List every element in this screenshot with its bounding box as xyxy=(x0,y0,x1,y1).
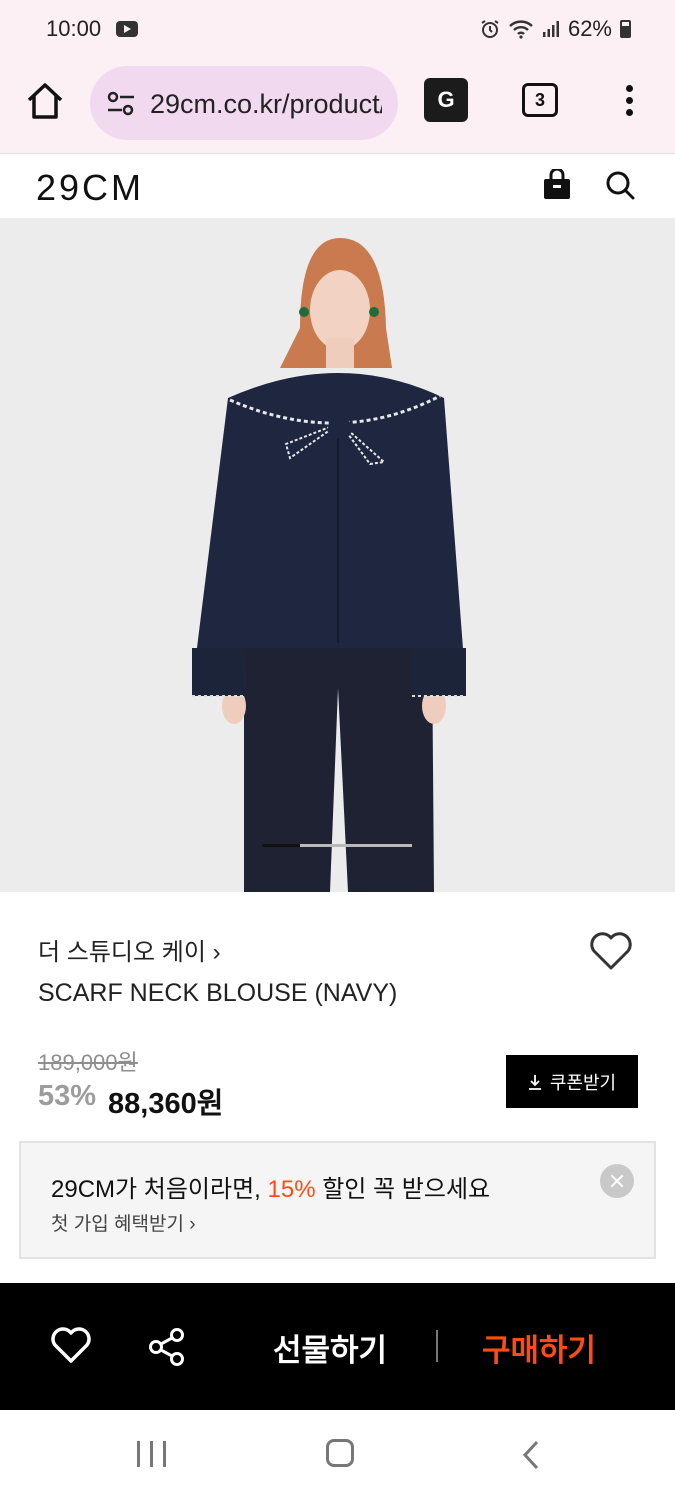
search-icon[interactable] xyxy=(604,169,636,201)
status-bar: 10:00 62% xyxy=(0,0,675,58)
purchase-action-bar: 선물하기 구매하기 xyxy=(0,1283,675,1410)
promo-headline: 29CM가 처음이라면, 15% 할인 꼭 받으세요 xyxy=(51,1169,490,1204)
site-settings-icon[interactable] xyxy=(106,90,136,118)
back-icon[interactable] xyxy=(520,1439,542,1471)
battery-text: 62% xyxy=(567,16,612,41)
status-icons: 62% xyxy=(480,16,631,42)
site-logo[interactable]: 29CM xyxy=(36,167,144,209)
status-time: 10:00 xyxy=(46,16,102,41)
home-nav-icon[interactable] xyxy=(326,1439,354,1467)
product-photo xyxy=(0,218,675,892)
youtube-icon xyxy=(116,21,138,37)
tab-switcher-button[interactable]: 3 xyxy=(522,83,558,117)
signal-icon xyxy=(542,21,559,37)
brand-name: 더 스튜디오 케이 xyxy=(38,939,206,966)
battery-icon xyxy=(620,20,631,38)
system-navigation-bar xyxy=(0,1410,675,1500)
promo-discount-rate: 15% xyxy=(267,1176,316,1203)
promo-text-after: 할인 꼭 받으세요 xyxy=(315,1176,491,1203)
signup-benefit-link[interactable]: 첫 가입 혜택받기 › xyxy=(51,1209,196,1236)
coupon-label: 쿠폰받기 xyxy=(549,1072,617,1093)
shopping-bag-icon[interactable] xyxy=(542,169,572,201)
discount-rate: 53% xyxy=(38,1080,97,1112)
active-slide-indicator xyxy=(262,844,300,847)
alarm-icon xyxy=(481,20,499,38)
gift-button[interactable]: 선물하기 xyxy=(273,1325,387,1370)
translate-icon[interactable]: G xyxy=(424,78,468,122)
original-price: 189,000원 xyxy=(38,1050,138,1075)
share-icon[interactable] xyxy=(148,1327,186,1367)
download-icon xyxy=(528,1074,541,1090)
address-bar[interactable]: 29cm.co.kr/product/ xyxy=(90,66,398,140)
home-icon[interactable] xyxy=(24,80,66,122)
wishlist-heart-icon[interactable] xyxy=(588,930,634,972)
browser-toolbar: 29cm.co.kr/product/ G 3 xyxy=(0,58,675,154)
promo-text-before: 29CM가 처음이라면, xyxy=(51,1176,268,1203)
url-text[interactable]: 29cm.co.kr/product/ xyxy=(150,89,382,120)
sale-price: 88,360원 xyxy=(108,1088,224,1120)
brand-link[interactable]: 더 스튜디오 케이 › xyxy=(38,932,221,967)
buy-button[interactable]: 구매하기 xyxy=(482,1325,596,1370)
wifi-icon xyxy=(509,20,533,39)
coupon-download-button[interactable]: 쿠폰받기 xyxy=(506,1055,638,1108)
more-menu-icon[interactable] xyxy=(612,82,646,122)
product-name: SCARF NECK BLOUSE (NAVY) xyxy=(38,979,398,1007)
image-carousel-indicator xyxy=(262,844,412,847)
heart-icon[interactable] xyxy=(50,1327,92,1365)
product-image-carousel[interactable] xyxy=(0,218,675,892)
close-icon[interactable] xyxy=(600,1164,634,1198)
signup-promo-banner[interactable]: 29CM가 처음이라면, 15% 할인 꼭 받으세요 첫 가입 혜택받기 › xyxy=(19,1141,656,1259)
chevron-right-icon: › xyxy=(212,939,221,966)
site-header: 29CM xyxy=(0,155,675,217)
action-divider xyxy=(436,1330,438,1362)
recent-apps-icon[interactable] xyxy=(137,1441,167,1467)
